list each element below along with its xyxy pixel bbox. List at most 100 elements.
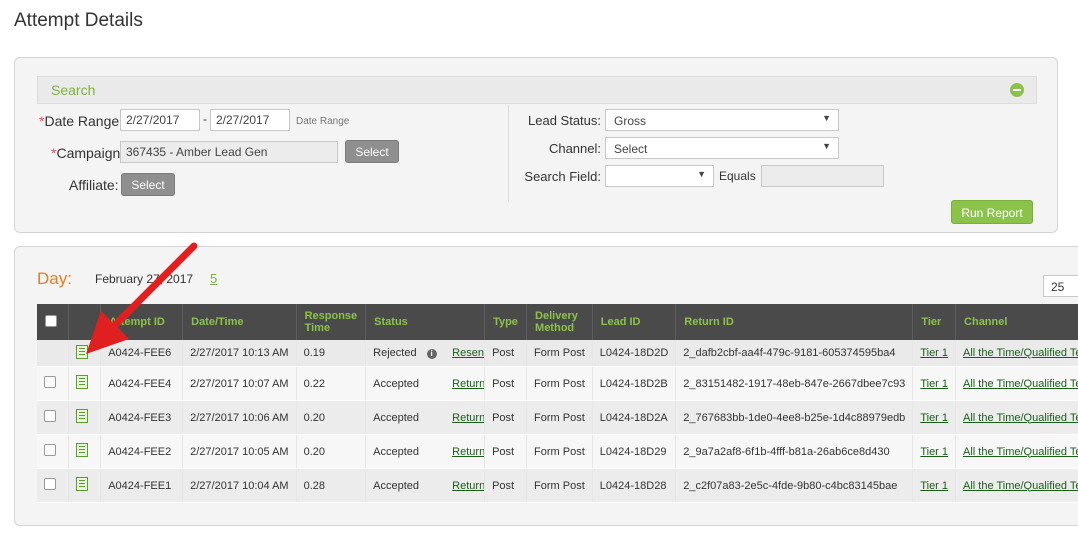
lead-status-value: Gross [614, 114, 647, 128]
attempt-id: A0424-FEE2 [100, 434, 184, 469]
channel-label: Channel: [548, 141, 601, 156]
column-header-tier[interactable]: Tier [912, 304, 957, 340]
details-cell[interactable] [68, 340, 102, 367]
return-link[interactable]: Return [452, 480, 483, 492]
row-checkbox-cell[interactable] [37, 434, 69, 469]
status-text: Accepted [373, 479, 420, 492]
channel-link[interactable]: All the Time/Qualified Tes [963, 446, 1078, 458]
row-checkbox[interactable] [44, 376, 56, 388]
row-checkbox[interactable] [44, 410, 56, 422]
type: Post [484, 468, 528, 503]
chevron-down-icon: ▼ [822, 141, 831, 151]
channel-cell: All the Time/Qualified Tes [955, 468, 1078, 503]
document-icon[interactable] [75, 477, 88, 491]
day-date: February 27, 2017 [95, 272, 194, 286]
search-field-select[interactable]: ▼ [605, 165, 714, 187]
datetime: 2/27/2017 10:06 AM [182, 400, 297, 435]
info-icon[interactable]: i [426, 349, 437, 359]
return-id: 2_9a7a2af8-6f1b-4fff-b81a-26ab6ce8d430 [675, 434, 914, 469]
channel-select[interactable]: Select ▼ [605, 137, 839, 159]
row-checkbox-cell[interactable] [37, 400, 69, 435]
table-header-row: Attempt ID Date/Time Response Time Statu… [37, 304, 1078, 340]
table-row[interactable]: A0424-FEE2 2/27/2017 10:05 AM 0.20 Accep… [37, 434, 1078, 469]
tier-cell: Tier 1 [912, 400, 957, 435]
delivery-method: Form Post [526, 434, 593, 469]
column-header-attempt-id[interactable]: Attempt ID [100, 304, 184, 340]
column-header-return-id[interactable]: Return ID [675, 304, 914, 340]
table-row[interactable]: A0424-FEE1 2/27/2017 10:04 AM 0.28 Accep… [37, 468, 1078, 503]
delivery-method: Form Post [526, 468, 593, 503]
tier-link[interactable]: Tier 1 [920, 446, 948, 458]
collapse-icon[interactable] [1010, 83, 1024, 97]
resend-link[interactable]: Resend [452, 347, 483, 359]
details-cell[interactable] [68, 400, 102, 435]
date-from-input[interactable] [120, 109, 200, 131]
affiliate-label: Affiliate: [69, 177, 119, 193]
return-link[interactable]: Return [452, 378, 483, 390]
status-cell: Accepted Return [365, 434, 486, 469]
table-row[interactable]: A0424-FEE4 2/27/2017 10:07 AM 0.22 Accep… [37, 366, 1078, 401]
equals-label: Equals [719, 169, 756, 183]
channel-link[interactable]: All the Time/Qualified Tes [963, 378, 1078, 390]
table-row[interactable]: A0424-FEE6 2/27/2017 10:13 AM 0.19 Rejec… [37, 340, 1078, 367]
affiliate-select-button[interactable]: Select [121, 173, 175, 196]
response-time: 0.22 [296, 366, 367, 401]
lead-id: L0424-18D2A [592, 400, 677, 435]
tier-cell: Tier 1 [912, 366, 957, 401]
datetime: 2/27/2017 10:13 AM [182, 340, 297, 367]
attempts-table: Attempt ID Date/Time Response Time Statu… [37, 304, 1078, 503]
details-cell[interactable] [68, 366, 102, 401]
status-text: Accepted [373, 377, 420, 390]
channel-link[interactable]: All the Time/Qualified Tes [963, 480, 1078, 492]
column-header-datetime[interactable]: Date/Time [182, 304, 297, 340]
campaign-select-button[interactable]: Select [345, 140, 399, 163]
lead-status-select[interactable]: Gross ▼ [605, 109, 839, 131]
details-cell[interactable] [68, 468, 102, 503]
tier-link[interactable]: Tier 1 [920, 347, 948, 359]
details-cell[interactable] [68, 434, 102, 469]
select-all-checkbox[interactable] [45, 314, 57, 327]
lead-id: L0424-18D2D [592, 340, 677, 367]
column-header-delivery-method[interactable]: Delivery Method [526, 304, 593, 340]
column-header-channel[interactable]: Channel [955, 304, 1078, 340]
return-link[interactable]: Return [452, 412, 483, 424]
column-header-type[interactable]: Type [484, 304, 528, 340]
document-icon[interactable] [75, 409, 88, 423]
document-icon[interactable] [75, 375, 88, 389]
table-row[interactable]: A0424-FEE3 2/27/2017 10:06 AM 0.20 Accep… [37, 400, 1078, 435]
channel-link[interactable]: All the Time/Qualified Tes [963, 347, 1078, 359]
select-all-header[interactable] [37, 304, 69, 340]
row-checkbox-cell[interactable] [37, 468, 69, 503]
datetime: 2/27/2017 10:04 AM [182, 468, 297, 503]
return-id: 2_83151482-1917-48eb-847e-2667dbee7c93 [675, 366, 914, 401]
row-checkbox[interactable] [44, 478, 56, 490]
return-link[interactable]: Return [452, 446, 483, 458]
row-checkbox[interactable] [44, 444, 56, 456]
tier-link[interactable]: Tier 1 [920, 480, 948, 492]
tier-link[interactable]: Tier 1 [920, 412, 948, 424]
row-checkbox-cell[interactable] [37, 366, 69, 401]
run-report-button[interactable]: Run Report [951, 200, 1033, 224]
campaign-label: *Campaign: [51, 145, 125, 161]
column-header-lead-id[interactable]: Lead ID [592, 304, 677, 340]
column-header-status[interactable]: Status [365, 304, 486, 340]
campaign-input[interactable] [120, 141, 338, 163]
delivery-method: Form Post [526, 340, 593, 367]
lead-id: L0424-18D2B [592, 366, 677, 401]
search-header[interactable]: Search [37, 76, 1037, 104]
tier-link[interactable]: Tier 1 [920, 378, 948, 390]
document-icon[interactable] [75, 344, 88, 359]
response-time: 0.28 [296, 468, 367, 503]
results-panel: Day: February 27, 2017 5 25 Attempt ID D… [14, 246, 1078, 526]
channel-link[interactable]: All the Time/Qualified Tes [963, 412, 1078, 424]
date-separator: - [203, 112, 207, 126]
date-to-input[interactable] [210, 109, 290, 131]
equals-input[interactable] [761, 165, 884, 187]
type: Post [484, 434, 528, 469]
document-icon[interactable] [75, 443, 88, 457]
day-count-link[interactable]: 5 [210, 271, 217, 286]
lead-id: L0424-18D29 [592, 434, 677, 469]
page-size-select[interactable]: 25 [1043, 275, 1078, 297]
response-time: 0.20 [296, 434, 367, 469]
column-header-response-time[interactable]: Response Time [296, 304, 367, 340]
